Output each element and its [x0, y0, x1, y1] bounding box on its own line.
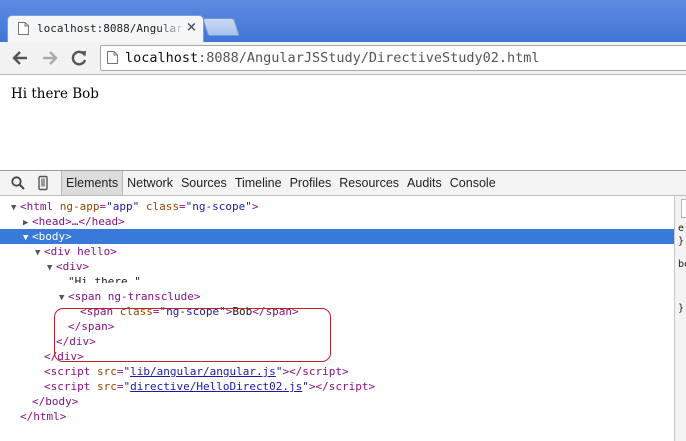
tab-title-fade — [158, 18, 186, 40]
devtools-tabs: Elements Network Sources Timeline Profil… — [61, 171, 500, 195]
dom-node-div-hello[interactable]: ▼ <div hello> — [0, 244, 674, 259]
annotation-highlight-box — [54, 308, 331, 362]
dom-node-script-angular[interactable]: <script src="lib/angular/angular.js"></s… — [0, 364, 674, 379]
browser-chrome: localhost:8088/AngularJ × localhost:8088… — [0, 0, 686, 75]
device-mode-icon[interactable] — [35, 175, 51, 191]
styles-line: e — [678, 223, 685, 234]
browser-tab[interactable]: localhost:8088/AngularJ × — [7, 15, 204, 43]
dom-text-node[interactable]: "Hi there " — [0, 274, 674, 283]
page-icon — [107, 51, 118, 64]
browser-toolbar: localhost:8088/AngularJSStudy/DirectiveS… — [0, 42, 686, 75]
dom-node-head[interactable]: ▶ <head>…</head> — [0, 214, 674, 229]
styles-sidebar: e } be } — [674, 196, 686, 441]
script-src-link[interactable]: directive/HelloDirect02.js — [130, 380, 302, 393]
reload-icon[interactable] — [69, 48, 89, 68]
address-url: localhost:8088/AngularJSStudy/DirectiveS… — [125, 50, 540, 66]
address-bar[interactable]: localhost:8088/AngularJSStudy/DirectiveS… — [100, 45, 686, 71]
page-icon — [18, 22, 29, 35]
dom-node-html[interactable]: ▼ <html ng-app="app" class="ng-scope"> — [0, 199, 674, 214]
back-arrow-icon[interactable] — [10, 48, 30, 68]
dom-node-body-selected[interactable]: ▼ <body> — [0, 229, 674, 244]
url-path: :8088/AngularJSStudy/DirectiveStudy02.ht… — [198, 50, 540, 66]
tab-sources[interactable]: Sources — [177, 171, 231, 195]
tab-resources[interactable]: Resources — [335, 171, 403, 195]
page-viewport: Hi there Bob — [0, 75, 686, 170]
devtools-toolbar: Elements Network Sources Timeline Profil… — [0, 171, 686, 196]
dom-tree: ▼ <html ng-app="app" class="ng-scope"> ▶ <… — [0, 196, 674, 441]
styles-line: } — [678, 236, 685, 247]
url-host: localhost — [125, 50, 199, 66]
tab-console[interactable]: Console — [446, 171, 500, 195]
close-tab-icon[interactable]: × — [186, 20, 197, 35]
tab-profiles[interactable]: Profiles — [286, 171, 336, 195]
styles-line: be — [678, 259, 686, 270]
tab-audits[interactable]: Audits — [403, 171, 446, 195]
styles-line: } — [678, 303, 685, 314]
search-icon[interactable] — [10, 175, 26, 191]
styles-filter-box[interactable] — [681, 199, 686, 218]
dom-node-script-directive[interactable]: <script src="directive/HelloDirect02.js"… — [0, 379, 674, 394]
dom-node-body-close[interactable]: </body> — [0, 394, 674, 409]
dom-node-div[interactable]: ▼ <div> — [0, 259, 674, 274]
devtools-panel: Elements Network Sources Timeline Profil… — [0, 170, 686, 441]
dom-node-html-close[interactable]: </html> — [0, 409, 674, 424]
forward-arrow-icon[interactable] — [40, 48, 60, 68]
script-src-link[interactable]: lib/angular/angular.js — [130, 365, 276, 378]
tab-network[interactable]: Network — [123, 171, 177, 195]
dom-node-span-transclude[interactable]: ▼ <span ng-transclude> — [0, 289, 674, 304]
tab-timeline[interactable]: Timeline — [231, 171, 286, 195]
new-tab-button[interactable] — [202, 18, 240, 36]
tab-elements[interactable]: Elements — [62, 171, 124, 195]
page-greeting: Hi there Bob — [11, 86, 99, 102]
